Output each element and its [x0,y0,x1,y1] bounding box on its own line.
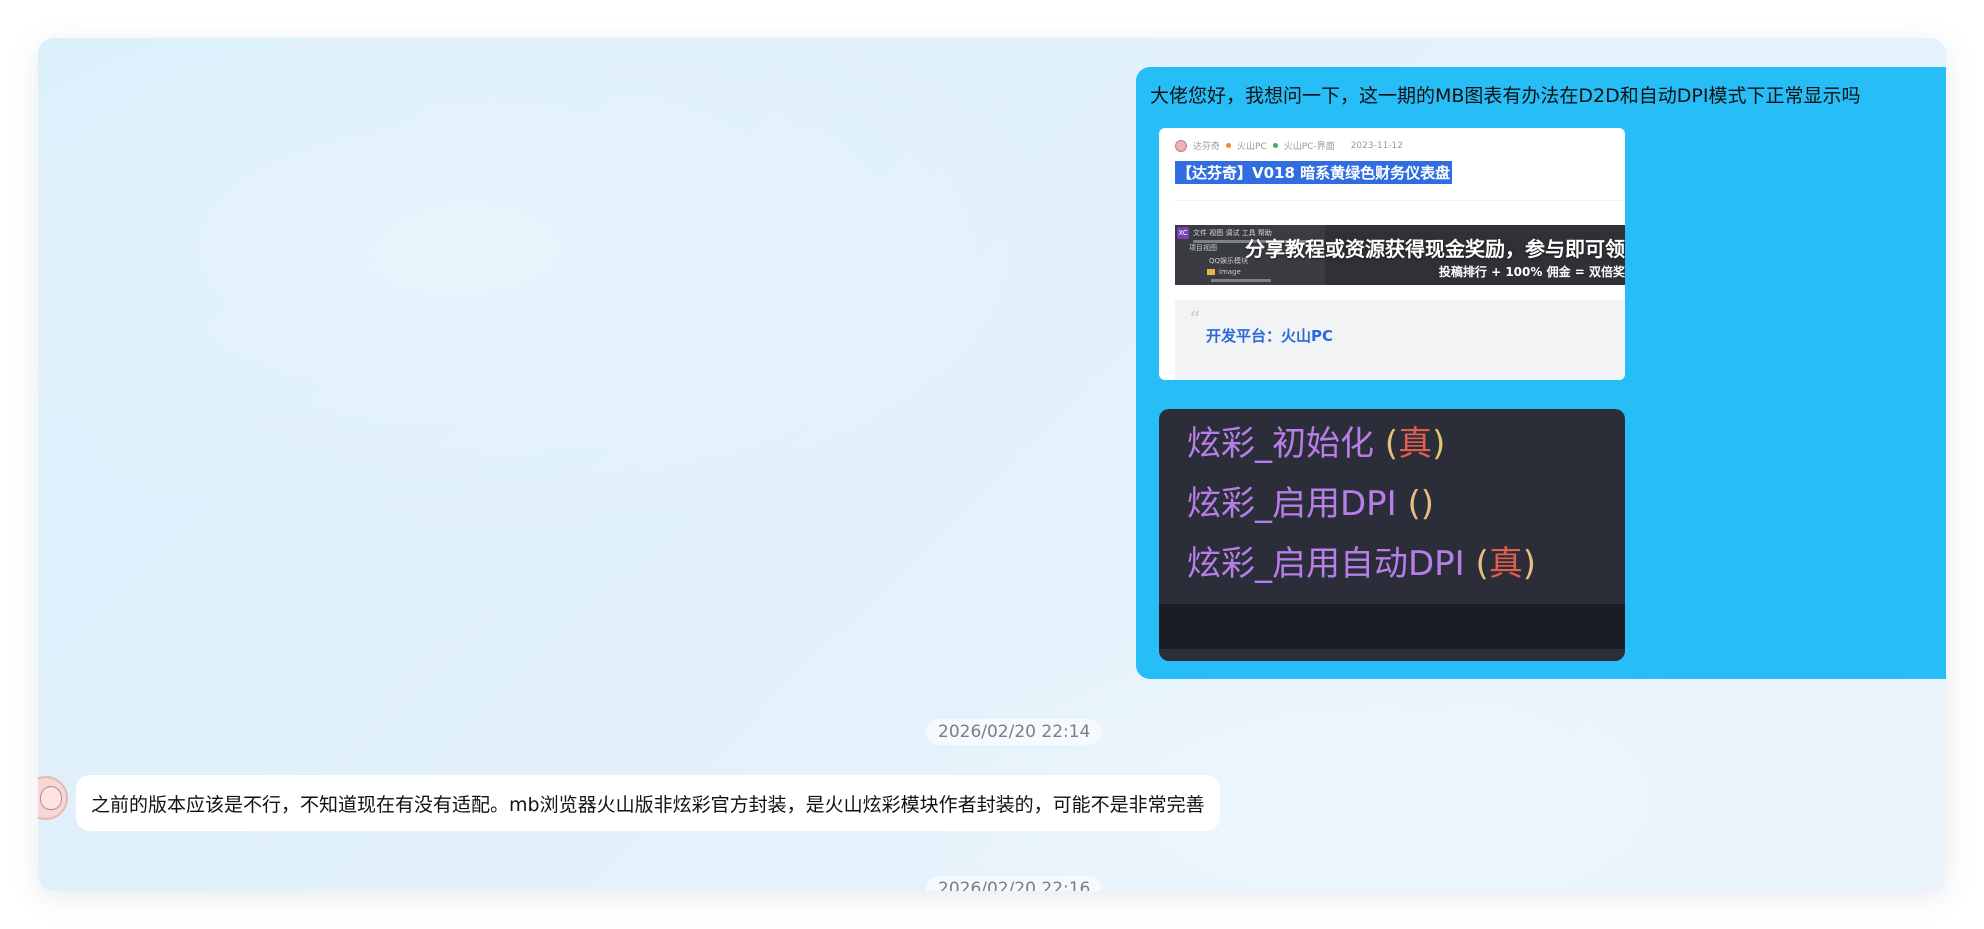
message-timestamp: 2026/02/20 22:14 [926,719,1103,745]
code-function: 炫彩_启用自动DPI [1187,544,1465,584]
chat-panel[interactable]: 大佬您好，我想问一下，这一期的MB图表有办法在D2D和自动DPI模式下正常显示吗… [38,38,1946,891]
user-avatar[interactable] [38,776,68,820]
message-timestamp: 2026/02/20 22:16 [926,876,1103,891]
ide-tree-line [1211,279,1271,282]
code-function: 炫彩_初始化 [1187,424,1374,464]
code-line: 炫彩_初始化 (真) [1187,424,1445,464]
code-paren: ) [1522,544,1537,584]
article-author: 达芬奇 [1193,142,1221,152]
article-meta: 达芬奇 火山PC 火山PC-界面 2023-11-12 [1175,139,1403,152]
article-title: 【达芬奇】V018 暗系黄绿色财务仪表盘 [1175,161,1453,184]
quote-icon: “ [1189,308,1201,333]
ide-tree-item: image [1219,268,1241,276]
quote-text: 开发平台：火山PC [1206,327,1334,345]
article-tag-1: 火山PC [1237,142,1267,152]
incoming-message-text: 之前的版本应该是不行，不知道现在有没有适配。mb浏览器火山版非炫彩官方封装，是火… [91,793,1205,816]
incoming-message-bubble[interactable]: 之前的版本应该是不行，不知道现在有没有适配。mb浏览器火山版非炫彩官方封装，是火… [76,775,1220,831]
tag-dot-icon [1272,143,1278,148]
tag-dot-icon [1226,143,1232,148]
article-quote: “ 开发平台：火山PC [1175,300,1625,380]
author-avatar-icon [1175,139,1187,152]
folder-icon [1207,269,1215,275]
banner-headline: 分享教程或资源获得现金奖励，参与即可领 [1245,237,1625,261]
divider [1175,200,1625,201]
code-line: 炫彩_启用自动DPI (真) [1187,544,1536,584]
code-footer-bar [1159,604,1625,649]
outgoing-message-text: 大佬您好，我想问一下，这一期的MB图表有办法在D2D和自动DPI模式下正常显示吗 [1150,85,1861,107]
banner-subline: 投稿排行 + 100% 佣金 = 双倍奖 [1438,265,1625,279]
code-line: 炫彩_启用DPI () [1187,484,1434,524]
code-paren: ( [1396,484,1421,524]
code-paren: ) [1432,424,1446,464]
ide-tree-item: QQ娱乐模块 [1209,257,1249,265]
article-date: 2023-11-12 [1350,140,1404,151]
promo-banner[interactable]: XC 文件 视图 调试 工具 帮助 项目视图 QQ娱乐模块 image 分享教程… [1175,225,1625,285]
code-paren: ( [1374,424,1399,464]
code-snippet-image[interactable]: 炫彩_初始化 (真) 炫彩_启用DPI () 炫彩_启用自动DPI (真) [1159,409,1625,661]
article-tag-2: 火山PC-界面 [1283,142,1335,152]
outgoing-message-bubble[interactable]: 大佬您好，我想问一下，这一期的MB图表有办法在D2D和自动DPI模式下正常显示吗… [1136,67,1946,679]
article-link-card[interactable]: 达芬奇 火山PC 火山PC-界面 2023-11-12 【达芬奇】V018 暗系… [1159,128,1625,380]
code-function: 炫彩_启用DPI [1187,484,1397,524]
ide-logo-icon: XC [1177,227,1189,239]
code-paren: ) [1420,484,1435,524]
avatar-face-icon [40,786,62,810]
code-paren: ( [1464,544,1489,584]
code-argument: 真 [1398,424,1433,464]
ide-project-label: 项目视图 [1189,244,1217,252]
code-argument: 真 [1488,544,1523,584]
